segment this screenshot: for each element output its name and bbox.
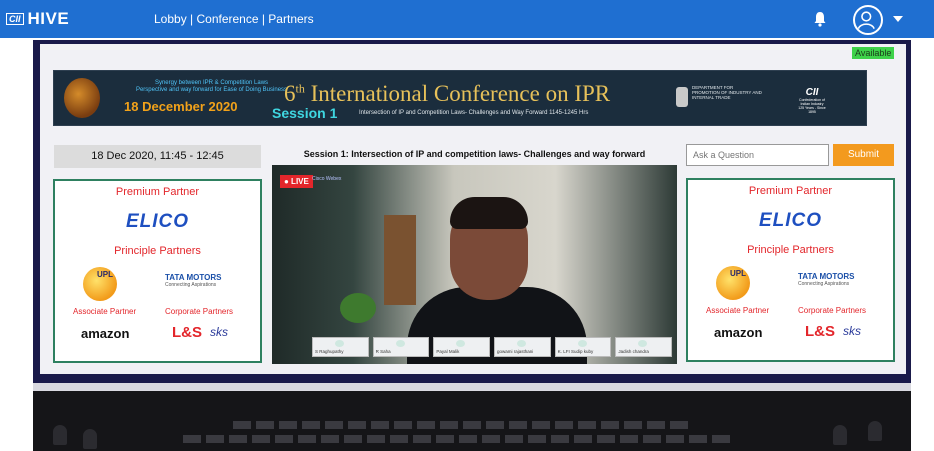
- seat-row: [183, 435, 730, 443]
- amazon-logo[interactable]: amazon: [81, 326, 129, 341]
- globe-graphic: [64, 78, 100, 118]
- speaker-hair: [450, 197, 528, 229]
- live-video-player[interactable]: ● LIVE Cisco Webex S Raghupathy R Saha P…: [272, 165, 677, 364]
- premium-partner-heading: Premium Partner: [748, 185, 833, 197]
- participant-tile[interactable]: S Raghupathy: [312, 337, 369, 357]
- live-badge: ● LIVE: [280, 175, 313, 188]
- banner-date: 18 December 2020: [124, 99, 238, 114]
- sks-logo[interactable]: sks: [843, 324, 861, 338]
- cii-logo-mark: CII: [6, 13, 24, 25]
- corporate-partners-heading: Corporate Partners: [798, 306, 867, 315]
- audience-area: [33, 391, 911, 451]
- participant-tile[interactable]: gowami rajasthani: [494, 337, 551, 357]
- user-avatar-icon[interactable]: [853, 5, 883, 35]
- conference-banner: Synergy between IPR & Competition Laws P…: [53, 70, 867, 126]
- banner-session-subtitle: Intersection of IP and Competition Laws-…: [359, 110, 589, 116]
- emblem-icon: [676, 87, 688, 107]
- video-door: [384, 215, 416, 305]
- caret-down-icon[interactable]: [893, 16, 903, 22]
- dpiit-logo-text: DEPARTMENT FOR PROMOTION OF INDUSTRY AND…: [692, 85, 762, 100]
- audience-member: [83, 429, 97, 449]
- audience-member: [868, 421, 882, 441]
- audience-member: [833, 425, 847, 445]
- participant-tile[interactable]: Payal Malik: [433, 337, 491, 357]
- breadcrumb-nav[interactable]: Lobby | Conference | Partners: [154, 12, 314, 26]
- participant-tiles: S Raghupathy R Saha Payal Malik gowami r…: [312, 337, 673, 357]
- associate-partner-heading: Associate Partner: [73, 307, 137, 316]
- video-plant: [340, 293, 376, 323]
- stage-floor: [33, 383, 911, 391]
- submit-button[interactable]: Submit: [833, 144, 894, 166]
- app-logo[interactable]: CII HIVE: [6, 9, 69, 29]
- partners-panel-right[interactable]: Premium Partner ELICO Principle Partners…: [686, 178, 895, 362]
- participant-tile[interactable]: K. LFI Sudip kuby: [554, 337, 612, 357]
- participant-tile[interactable]: R Saha: [372, 337, 430, 357]
- top-nav-bar: CII HIVE Lobby | Conference | Partners: [0, 0, 934, 38]
- associate-partner-heading: Associate Partner: [706, 306, 770, 315]
- cii-banner-logo: CII Confederation of Indian Industry 125…: [798, 87, 826, 114]
- session-title: Session 1: Intersection of IP and compet…: [303, 149, 646, 159]
- upl-logo[interactable]: UPL: [83, 267, 117, 301]
- sks-logo[interactable]: sks: [210, 325, 228, 339]
- upl-logo[interactable]: UPL: [716, 266, 750, 300]
- lns-logo[interactable]: L&S: [172, 324, 202, 341]
- tata-motors-logo[interactable]: TATA MOTORS Connecting Aspirations: [798, 272, 854, 287]
- corporate-partners-heading: Corporate Partners: [165, 307, 234, 316]
- principle-partners-heading: Principle Partners: [114, 245, 201, 257]
- participant-tile[interactable]: Jadish chandra: [615, 337, 673, 357]
- ask-question-input[interactable]: [686, 144, 829, 166]
- session-datetime: 18 Dec 2020, 11:45 - 12:45: [54, 145, 261, 168]
- seat-row: [233, 421, 688, 429]
- elico-logo[interactable]: ELICO: [55, 211, 260, 233]
- hive-logo-text: HIVE: [27, 9, 70, 28]
- availability-badge: Available: [852, 47, 895, 59]
- premium-partner-heading: Premium Partner: [115, 186, 200, 198]
- audience-member: [53, 425, 67, 445]
- webex-label: Cisco Webex: [312, 176, 342, 182]
- tata-motors-logo[interactable]: TATA MOTORS Connecting Aspirations: [165, 273, 221, 288]
- bell-icon[interactable]: [812, 11, 828, 27]
- lns-logo[interactable]: L&S: [805, 323, 835, 340]
- principle-partners-heading: Principle Partners: [747, 244, 834, 256]
- partners-panel-left[interactable]: Premium Partner ELICO Principle Partners…: [53, 179, 262, 363]
- elico-logo[interactable]: ELICO: [688, 210, 893, 232]
- amazon-logo[interactable]: amazon: [714, 325, 762, 340]
- banner-session: Session 1: [272, 105, 338, 121]
- banner-title: 6th International Conference on IPR: [284, 81, 611, 106]
